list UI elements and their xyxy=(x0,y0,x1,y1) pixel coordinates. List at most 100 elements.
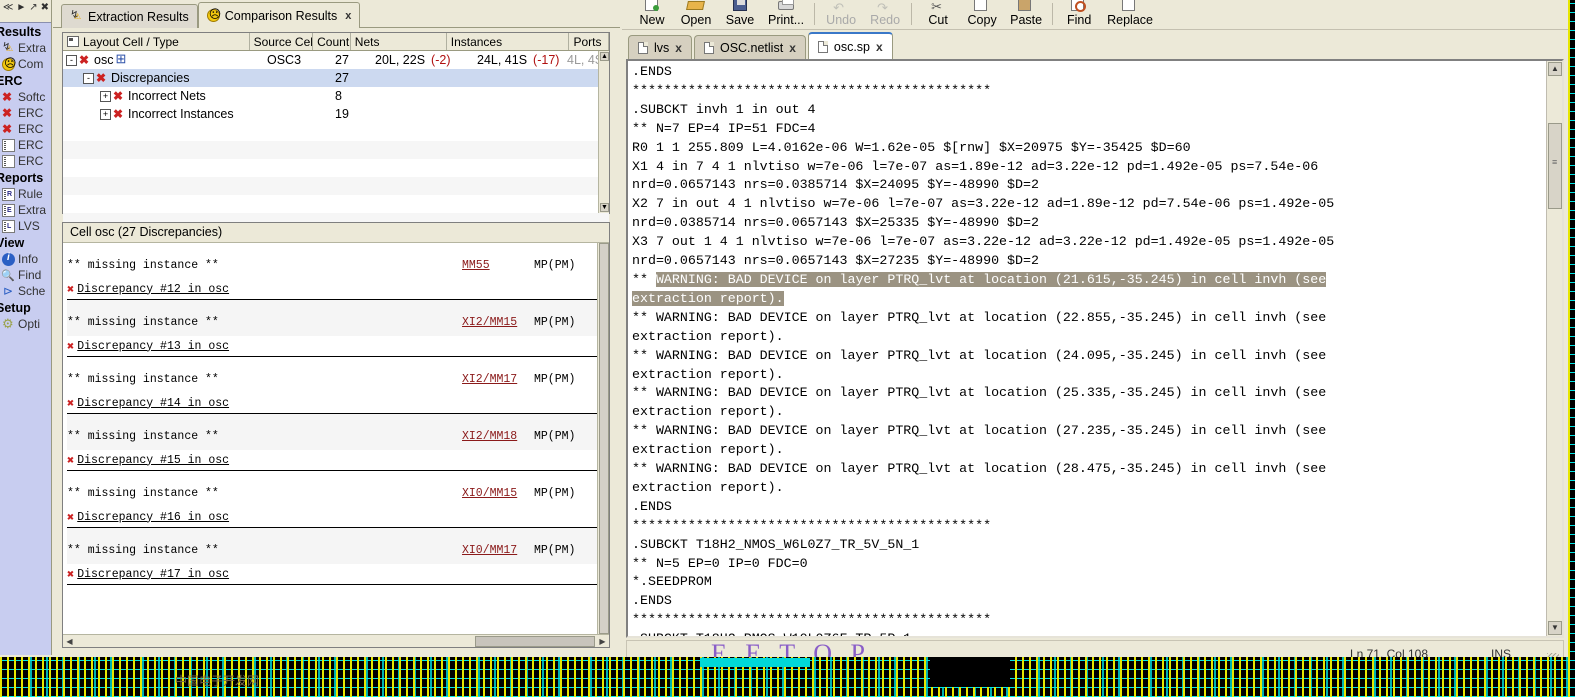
sidebar-item-com[interactable]: Com xyxy=(0,56,51,72)
selected-text: WARNING: BAD DEVICE on layer PTRQ_lvt at… xyxy=(655,271,1327,287)
tree-row[interactable]: -oscOSC32720L, 22S(-2)24L, 41S(-17)4L, 4… xyxy=(63,51,609,69)
instance-link[interactable]: XI0/MM17 xyxy=(462,544,534,557)
expand-expander-icon[interactable]: + xyxy=(100,90,111,102)
scroll-down-arrow[interactable]: ▼ xyxy=(600,203,609,212)
sidebar-item-label: Softc xyxy=(18,90,46,104)
tree-cell: 19 xyxy=(335,107,349,121)
editor-tab-osc-sp[interactable]: osc.sp x xyxy=(807,32,893,59)
tree-row-label: Incorrect Instances xyxy=(128,107,234,121)
sidebar-item-info[interactable]: Info xyxy=(0,251,51,267)
sidebar-item-opti[interactable]: Opti xyxy=(0,316,51,332)
discrepancy-row[interactable]: ✖ Discrepancy #14 in osc xyxy=(67,393,597,414)
instance-link[interactable]: XI2/MM15 xyxy=(462,316,534,329)
discrepancy-row[interactable]: ✖ Discrepancy #15 in osc xyxy=(67,450,597,471)
editor-scroll-thumb[interactable] xyxy=(1548,123,1562,209)
tree-cell-name: + Incorrect Nets xyxy=(63,89,264,103)
copy-button[interactable]: Copy xyxy=(960,0,1004,27)
new-button[interactable]: New xyxy=(630,0,674,27)
discrepancy-label[interactable]: Discrepancy #12 in osc xyxy=(77,283,229,296)
sidebar-item-lvs[interactable]: L LVS xyxy=(0,218,51,234)
tree-column-header[interactable]: Count xyxy=(313,33,351,50)
scroll-thumb-horizontal[interactable] xyxy=(475,635,595,647)
sidebar-item-erc[interactable]: ERC xyxy=(0,137,51,153)
tab-label: Comparison Results xyxy=(224,8,338,23)
instance-link[interactable]: XI0/MM15 xyxy=(462,487,534,500)
instance-link[interactable]: MM55 xyxy=(462,259,534,272)
editor-scroll-down-arrow[interactable]: ▼ xyxy=(1548,621,1562,635)
collapse-icon[interactable]: ≪ xyxy=(3,3,13,13)
tree-column-header[interactable]: Instances xyxy=(447,33,570,50)
tab-close-icon[interactable]: x xyxy=(675,41,682,55)
tree-column-header[interactable]: Nets xyxy=(351,33,447,50)
tab-close-icon[interactable]: x xyxy=(876,40,883,54)
tree-column-header[interactable]: Source Cell xyxy=(250,33,314,50)
editor-tab-osc-netlist[interactable]: OSC.netlist x xyxy=(693,35,806,59)
tab-close-icon[interactable]: x xyxy=(789,41,796,55)
forward-icon[interactable]: ► xyxy=(16,3,26,13)
instance-link[interactable]: XI2/MM17 xyxy=(462,373,534,386)
expand-expander-icon[interactable]: + xyxy=(100,108,111,120)
collapse-expander-icon[interactable]: - xyxy=(66,54,77,66)
tab-close-icon[interactable]: x xyxy=(345,10,351,22)
tree-row[interactable]: - Discrepancies 27 xyxy=(63,69,609,87)
discrepancy-label[interactable]: Discrepancy #13 in osc xyxy=(77,340,229,353)
discrepancy-horizontal-scrollbar[interactable]: ◀ ▶ xyxy=(63,634,609,647)
editor-line: .SUBCKT T18H2_NMOS_W6L0Z7_TR_5V_5N_1 xyxy=(632,536,920,552)
sidebar-item-extra[interactable]: E Extra xyxy=(0,202,51,218)
sidebar-item-softc[interactable]: Softc xyxy=(0,89,51,105)
sidebar-item-rule[interactable]: R Rule xyxy=(0,186,51,202)
discrepancy-vertical-scrollbar[interactable] xyxy=(597,243,609,634)
discrepancy-entry: ** missing instance ** MM55 MP(PM) ✖ Discrep… xyxy=(67,243,597,300)
discrepancy-label[interactable]: Discrepancy #14 in osc xyxy=(77,397,229,410)
tree-row[interactable]: + Incorrect Nets 8 xyxy=(63,87,609,105)
document-icon xyxy=(2,154,15,168)
cut-button[interactable]: ✂ Cut xyxy=(916,0,960,27)
scroll-left-arrow[interactable]: ◀ xyxy=(63,637,76,646)
tree-column-header[interactable]: Ports xyxy=(569,33,609,50)
close-icon[interactable]: ✖ xyxy=(41,3,49,13)
sidebar-item-extra[interactable]: Extra xyxy=(0,40,51,56)
sidebar-item-sche[interactable]: Sche xyxy=(0,283,51,299)
tree-cell-nets xyxy=(372,71,475,85)
layout-cell-icon[interactable] xyxy=(115,53,128,67)
scroll-right-arrow[interactable]: ▶ xyxy=(596,637,609,646)
sidebar-item-find[interactable]: Find xyxy=(0,267,51,283)
discrepancy-row[interactable]: ✖ Discrepancy #12 in osc xyxy=(67,279,597,300)
grid-columns-icon[interactable] xyxy=(67,36,79,47)
sidebar-item-erc[interactable]: ERC xyxy=(0,121,51,137)
sidebar-item-erc[interactable]: ERC xyxy=(0,153,51,169)
editor-text-content[interactable]: .ENDS ***********************************… xyxy=(628,61,1546,636)
tree-row[interactable]: + Incorrect Instances 19 xyxy=(63,105,609,123)
discrepancy-label[interactable]: Discrepancy #16 in osc xyxy=(77,511,229,524)
tree-column-header[interactable]: Layout Cell / Type xyxy=(63,33,250,50)
discrepancy-row[interactable]: ✖ Discrepancy #17 in osc xyxy=(67,564,597,585)
missing-instance-text: ** missing instance ** xyxy=(67,373,219,386)
print-button[interactable]: Print... xyxy=(762,0,810,27)
replace-button[interactable]: Replace xyxy=(1101,0,1159,27)
open-button[interactable]: Open xyxy=(674,0,718,27)
scroll-up-arrow[interactable]: ▲ xyxy=(600,52,609,61)
scroll-track[interactable] xyxy=(76,635,596,647)
editor-scroll-up-arrow[interactable]: ▲ xyxy=(1548,62,1562,76)
discrepancy-row[interactable]: ✖ Discrepancy #16 in osc xyxy=(67,507,597,528)
undock-icon[interactable]: ↗ xyxy=(29,3,37,13)
undo-arrow-icon: ↶ xyxy=(833,0,845,13)
results-tab-extraction-results[interactable]: Extraction Results xyxy=(61,4,198,28)
save-button[interactable]: ▼Save xyxy=(718,0,762,27)
paste-button[interactable]: Paste xyxy=(1004,0,1048,27)
discrepancy-label[interactable]: Discrepancy #15 in osc xyxy=(77,454,229,467)
sidebar-item-label: Opti xyxy=(18,317,41,331)
discrepancy-panel-title: Cell osc (27 Discrepancies) xyxy=(63,223,609,243)
discrepancy-label[interactable]: Discrepancy #17 in osc xyxy=(77,568,229,581)
collapse-expander-icon[interactable]: - xyxy=(83,72,94,84)
tree-vertical-scrollbar[interactable]: ▲ ▼ xyxy=(598,51,609,213)
discrepancy-row[interactable]: ✖ Discrepancy #13 in osc xyxy=(67,336,597,357)
instances-value: 24L, 41S xyxy=(477,53,528,67)
editor-vertical-scrollbar[interactable]: ▲ ▼ xyxy=(1546,61,1562,636)
find-button[interactable]: Find xyxy=(1057,0,1101,27)
scroll-thumb[interactable] xyxy=(599,243,609,634)
sidebar-item-erc[interactable]: ERC xyxy=(0,105,51,121)
instance-link[interactable]: XI2/MM18 xyxy=(462,430,534,443)
results-tab-comparison-results[interactable]: Comparison Results x xyxy=(197,2,361,28)
editor-tab-lvs[interactable]: lvs x xyxy=(628,35,692,59)
